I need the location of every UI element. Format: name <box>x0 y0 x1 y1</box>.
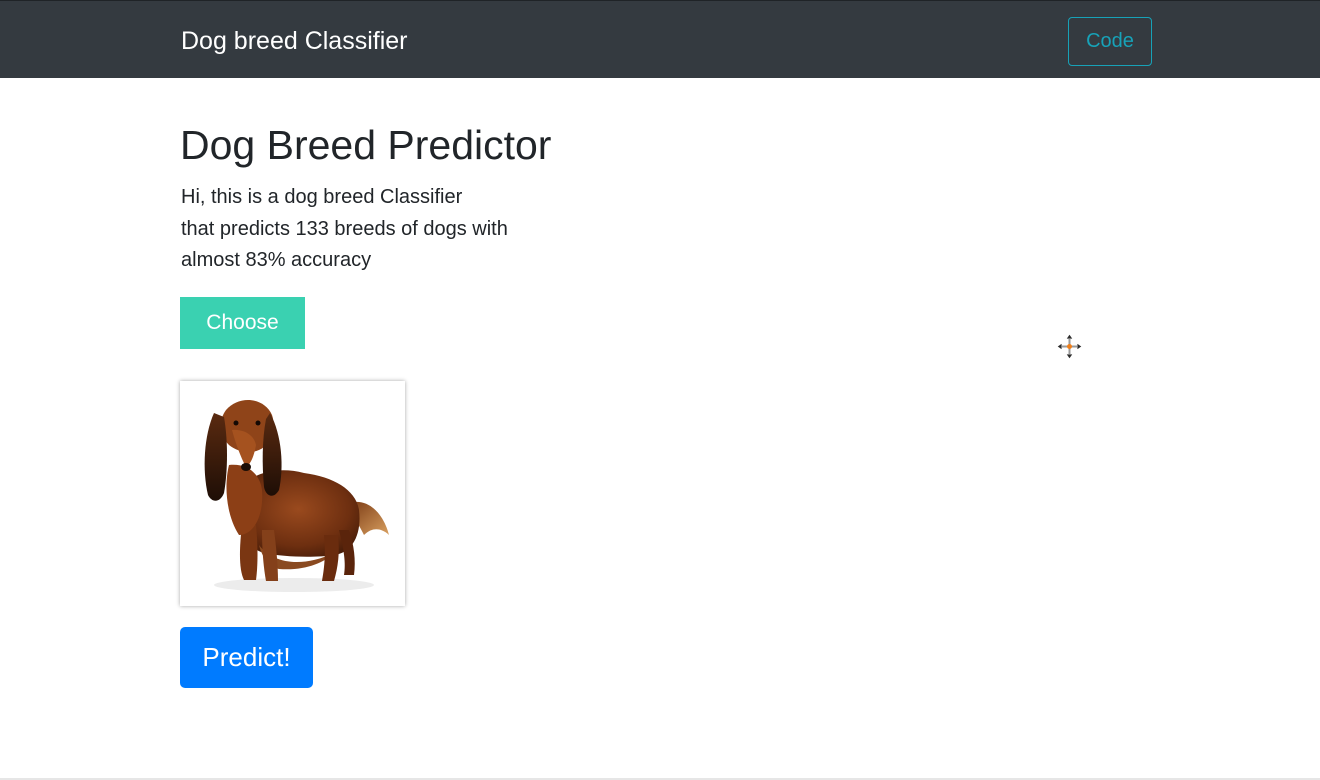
code-button[interactable]: Code <box>1068 17 1152 66</box>
predict-button[interactable]: Predict! <box>180 627 313 688</box>
choose-button[interactable]: Choose <box>180 297 305 349</box>
description-line: Hi, this is a dog breed Classifier <box>181 186 463 208</box>
description-line: that predicts 133 breeds of dogs with <box>181 217 508 240</box>
preview-image <box>180 381 405 606</box>
description-line: almost 83% accuracy <box>181 249 372 271</box>
page-title: Dog Breed Predictor <box>180 122 552 168</box>
description: Hi, this is a dog breed Classifier that … <box>181 182 561 277</box>
dog-photo-icon <box>184 385 401 602</box>
navbar: Dog breed Classifier Code <box>0 0 1320 78</box>
navbar-brand[interactable]: Dog breed Classifier <box>181 25 408 57</box>
move-cursor-icon <box>1056 333 1083 360</box>
